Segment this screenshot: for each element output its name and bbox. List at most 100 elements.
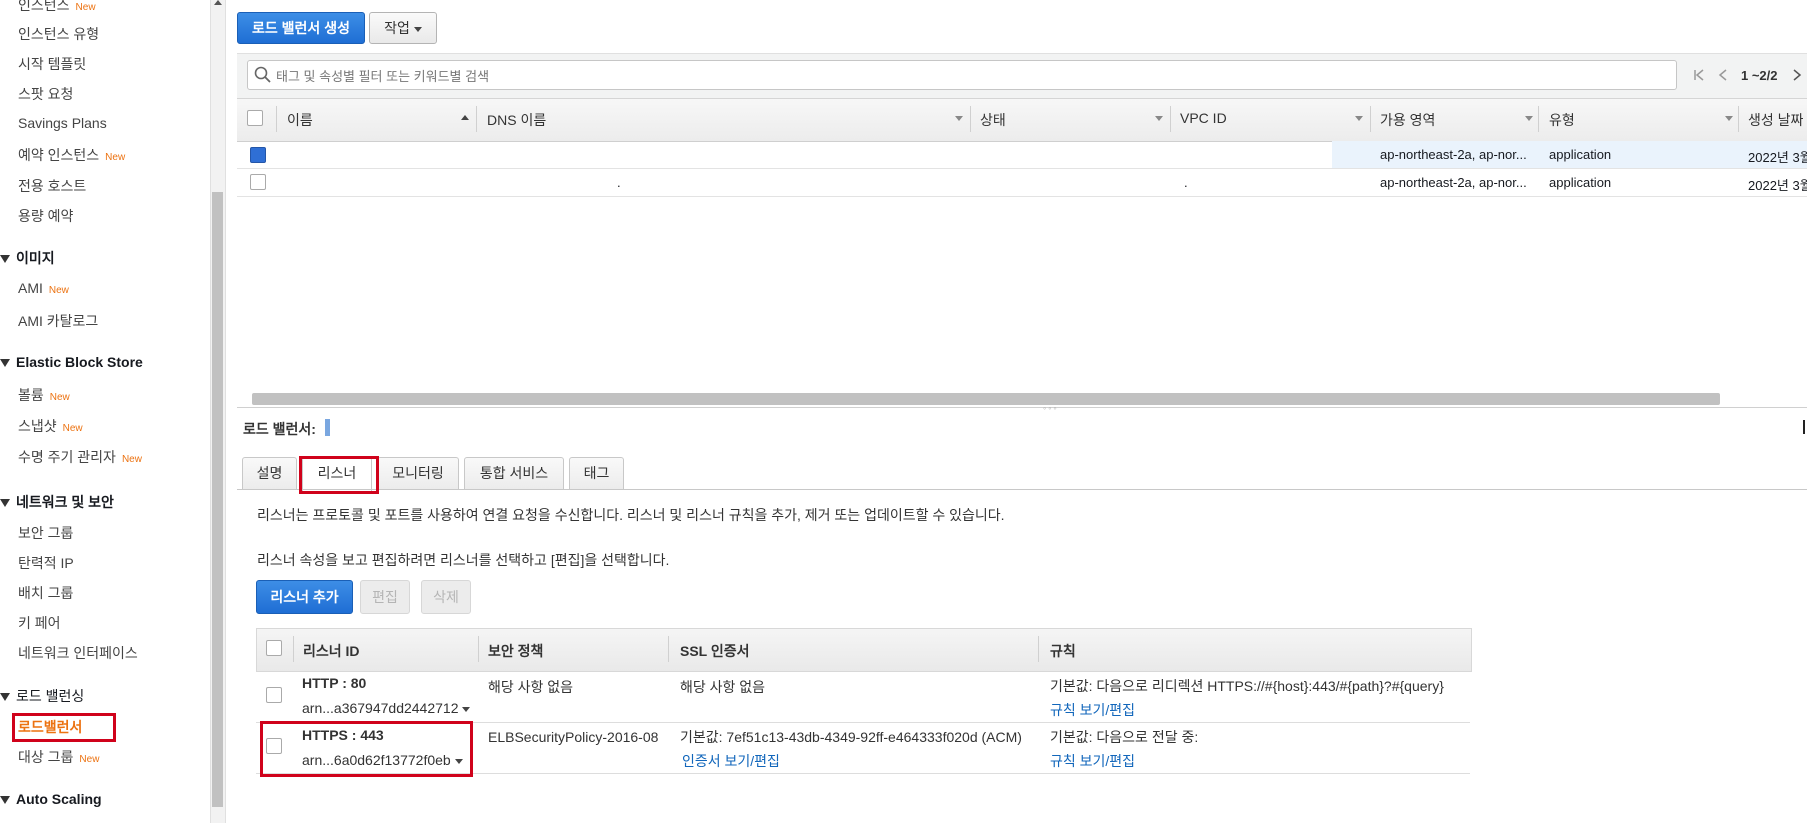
sidebar-item-elastic-ips[interactable]: 탄력적 IP [18, 553, 74, 573]
collapse-triangle-icon [0, 255, 10, 264]
table-row[interactable]: . . ap-northeast-2a, ap-nor... applicati… [237, 169, 1807, 197]
sidebar-item-launch-templates[interactable]: 시작 템플릿 [18, 54, 86, 74]
listener-ssl-cert: 기본값: 7ef51c13-43db-4349-92ff-e464333f020… [680, 729, 1022, 745]
sidebar-section-network[interactable]: 네트워크 및 보안 [0, 492, 114, 512]
sidebar-item-label: 인스턴스 [18, 0, 70, 13]
sidebar-item-dedicated-hosts[interactable]: 전용 호스트 [18, 176, 86, 196]
column-header-availability-zone[interactable]: 가용 영역 [1380, 110, 1435, 130]
listener-row[interactable]: HTTP : 80 arn...a367947dd2442712 해당 사항 없… [256, 671, 1470, 723]
sort-icon[interactable] [1355, 116, 1363, 121]
delete-button[interactable]: 삭제 [421, 580, 471, 614]
sidebar-item-reserved-instances[interactable]: 예약 인스턴스 New [18, 145, 125, 165]
cell-vpc: . [1184, 175, 1188, 190]
column-header-vpc-id[interactable]: VPC ID [1180, 110, 1227, 126]
sidebar-item-label: 스냅샷 [18, 418, 57, 434]
actions-button[interactable]: 작업 [369, 12, 437, 44]
column-divider [1370, 106, 1371, 132]
tab-integrated-services[interactable]: 통합 서비스 [464, 457, 564, 489]
sidebar-section-ebs[interactable]: Elastic Block Store [0, 354, 143, 370]
section-label: 이미지 [16, 250, 55, 266]
sidebar-section-load-balancing[interactable]: 로드 밸런싱 [0, 686, 84, 706]
sort-icon[interactable] [1155, 116, 1163, 121]
tab-description[interactable]: 설명 [242, 457, 297, 489]
sidebar-item-savings-plans[interactable]: Savings Plans [18, 115, 107, 131]
sidebar-item-capacity-reservations[interactable]: 용량 예약 [18, 206, 73, 226]
row-checkbox[interactable] [250, 174, 266, 190]
sidebar-item-spot-requests[interactable]: 스팟 요청 [18, 84, 73, 104]
panel-edge-marker [1803, 420, 1805, 434]
sidebar-item-label: Savings Plans [18, 115, 107, 131]
search-placeholder: 태그 및 속성별 필터 또는 키워드별 검색 [276, 69, 490, 84]
chevron-down-icon [413, 26, 422, 32]
listeners-description: 리스너는 프로토콜 및 포트를 사용하여 연결 요청을 수신합니다. 리스너 및… [257, 507, 1005, 523]
sidebar-item-label: 스팟 요청 [18, 86, 74, 102]
sidebar-item-network-interfaces[interactable]: 네트워크 인터페이스 [18, 643, 138, 663]
sort-icon[interactable] [1525, 116, 1533, 121]
sidebar-item-instance-types[interactable]: 인스턴스 유형 [18, 24, 99, 44]
sidebar-item-ami-catalog[interactable]: AMI 카탈로그 [18, 311, 98, 331]
sidebar-item-instances[interactable]: 인스턴스 New [18, 0, 96, 15]
sidebar-section-images[interactable]: 이미지 [0, 248, 55, 268]
view-edit-certificate-link[interactable]: 인증서 보기/편집 [682, 751, 780, 771]
column-divider [970, 106, 971, 132]
column-header-dns[interactable]: DNS 이름 [487, 110, 546, 130]
table-row[interactable]: ap-northeast-2a, ap-nor... application 2… [237, 141, 1807, 169]
column-header-state[interactable]: 상태 [980, 110, 1006, 130]
tab-monitoring[interactable]: 모니터링 [377, 457, 459, 489]
sidebar-item-security-groups[interactable]: 보안 그룹 [18, 523, 73, 543]
select-all-listeners-checkbox[interactable] [266, 640, 282, 656]
column-divider [478, 636, 479, 662]
column-header-name[interactable]: 이름 [287, 110, 313, 130]
listener-arn[interactable]: arn...a367947dd2442712 [302, 700, 471, 716]
section-label: 네트워크 및 보안 [16, 494, 114, 510]
sort-ascending-icon[interactable] [461, 115, 469, 120]
panel-resize-handle[interactable]: ◦◦◦ [237, 403, 1807, 416]
select-all-checkbox[interactable] [247, 110, 263, 126]
row-checkbox[interactable] [250, 147, 266, 163]
cell-dns: . [617, 175, 621, 190]
sidebar-item-label: 보안 그룹 [18, 525, 74, 541]
view-edit-rules-link[interactable]: 규칙 보기/편집 [1050, 700, 1135, 720]
sidebar-item-lifecycle-manager[interactable]: 수명 주기 관리자 New [18, 447, 142, 467]
sidebar-item-label: 전용 호스트 [18, 178, 87, 194]
cell-created: 2022년 3월 [1748, 150, 1807, 165]
add-listener-button[interactable]: 리스너 추가 [256, 580, 353, 614]
listeners-edit-hint: 리스너 속성을 보고 편집하려면 리스너를 선택하고 [편집]을 선택합니다. [257, 552, 670, 568]
create-load-balancer-button[interactable]: 로드 밸런서 생성 [237, 12, 365, 44]
scroll-up-arrow-icon[interactable] [214, 0, 222, 5]
column-header-created[interactable]: 생성 날짜 [1748, 110, 1803, 130]
sidebar-item-target-groups[interactable]: 대상 그룹 New [18, 747, 99, 767]
sidebar-item-ami[interactable]: AMI New [18, 280, 69, 296]
horizontal-scrollbar[interactable] [252, 393, 1720, 405]
tab-tags[interactable]: 태그 [569, 457, 624, 489]
sort-icon[interactable] [1725, 116, 1733, 121]
highlight-box-listeners-tab [299, 456, 379, 494]
first-page-icon[interactable] [1692, 68, 1706, 82]
sidebar-item-placement-groups[interactable]: 배치 그룹 [18, 583, 73, 603]
sidebar-item-key-pairs[interactable]: 키 페어 [18, 613, 61, 633]
edit-button[interactable]: 편집 [360, 580, 410, 614]
next-page-icon[interactable] [1790, 68, 1804, 82]
column-divider [293, 636, 294, 662]
view-edit-rules-link[interactable]: 규칙 보기/편집 [1050, 751, 1135, 771]
new-badge: New [105, 152, 126, 163]
previous-page-icon[interactable] [1716, 68, 1730, 82]
column-header-listener-id: 리스너 ID [303, 643, 360, 659]
column-divider [1538, 106, 1539, 132]
column-header-type[interactable]: 유형 [1549, 110, 1575, 130]
sidebar-section-auto-scaling[interactable]: Auto Scaling [0, 791, 102, 807]
sidebar-item-label: AMI [18, 280, 43, 296]
new-badge: New [121, 454, 142, 465]
sidebar-item-snapshots[interactable]: 스냅샷 New [18, 416, 83, 436]
collapse-triangle-icon [0, 796, 10, 805]
new-badge: New [48, 285, 69, 296]
listener-row-checkbox[interactable] [266, 687, 282, 703]
column-divider [1038, 636, 1039, 662]
sort-icon[interactable] [955, 116, 963, 121]
column-divider [1170, 106, 1171, 132]
column-header-rules: 규칙 [1050, 643, 1076, 659]
sidebar-item-volumes[interactable]: 볼륨 New [18, 385, 70, 405]
new-badge: New [62, 423, 83, 434]
sidebar-scroll-thumb[interactable] [212, 192, 223, 807]
sidebar-item-label: 용량 예약 [18, 208, 74, 224]
